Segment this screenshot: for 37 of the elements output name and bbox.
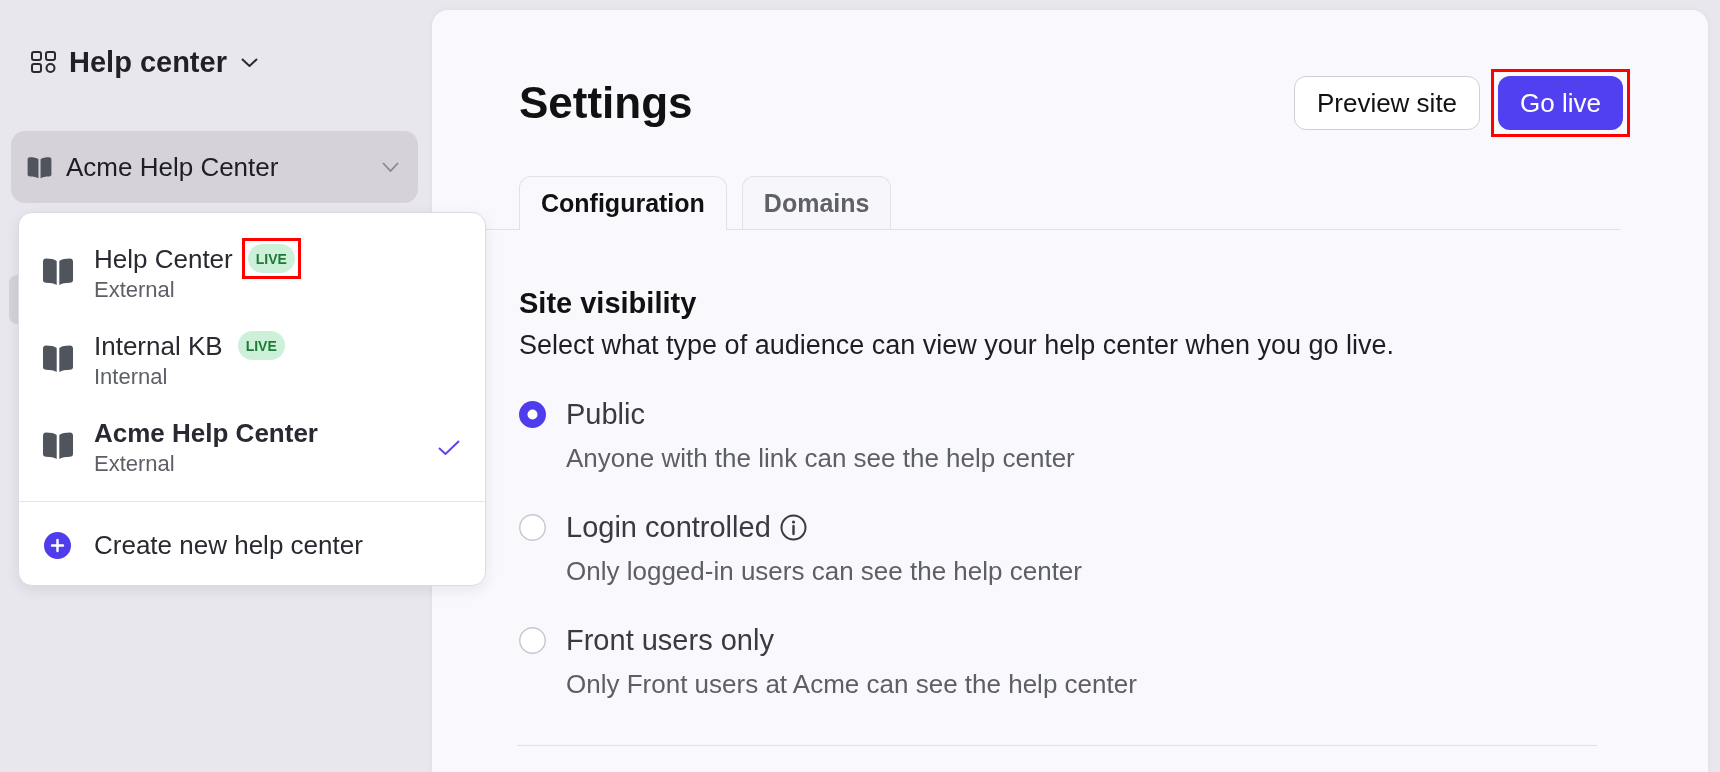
book-icon: [26, 155, 53, 179]
sidebar-title: Help center: [69, 45, 227, 79]
go-live-button[interactable]: Go live: [1498, 76, 1623, 130]
menu-item-title[interactable]: Internal KB: [94, 329, 223, 362]
option-label: Public: [566, 397, 645, 432]
radio-button[interactable]: [519, 513, 546, 541]
book-icon: [41, 256, 75, 286]
apps-grid-icon[interactable]: [31, 51, 56, 73]
live-badge: LIVE: [237, 331, 285, 360]
page-title: Settings: [519, 77, 693, 129]
menu-item-title[interactable]: Acme Help Center: [94, 416, 318, 449]
chevron-down-icon: [382, 162, 399, 172]
tab[interactable]: Configuration: [519, 176, 727, 230]
live-badge: LIVE: [247, 244, 295, 273]
menu-item-subtitle: Internal: [94, 362, 168, 391]
help-center-selector[interactable]: Acme Help Center: [11, 131, 418, 203]
info-icon[interactable]: [779, 513, 807, 541]
option-description: Anyone with the link can see the help center: [566, 442, 1075, 474]
check-icon: [438, 440, 460, 455]
plus-circle-icon: [44, 531, 71, 559]
book-icon: [41, 343, 75, 373]
section-description: Select what type of audience can view your help center when you go live.: [519, 329, 1396, 362]
tab[interactable]: Domains: [741, 176, 892, 229]
chevron-down-icon[interactable]: [240, 57, 258, 67]
option-label: Login controlled: [566, 510, 771, 545]
option-description: Only Front users at Acme can see the help center: [566, 668, 1137, 700]
menu-item-subtitle: External: [94, 449, 175, 478]
menu-item-subtitle: External: [94, 275, 175, 304]
preview-button[interactable]: Preview site: [1293, 76, 1481, 130]
section-title: Site visibility: [519, 286, 698, 321]
radio-button[interactable]: [519, 626, 546, 654]
option-label: Front users only: [566, 623, 774, 658]
option-description: Only logged-in users can see the help center: [566, 555, 1082, 587]
book-icon: [41, 430, 75, 460]
create-help-center-button[interactable]: Create new help center: [44, 529, 363, 561]
menu-item-title[interactable]: Help Center: [94, 242, 233, 275]
radio-button[interactable]: [519, 400, 546, 428]
